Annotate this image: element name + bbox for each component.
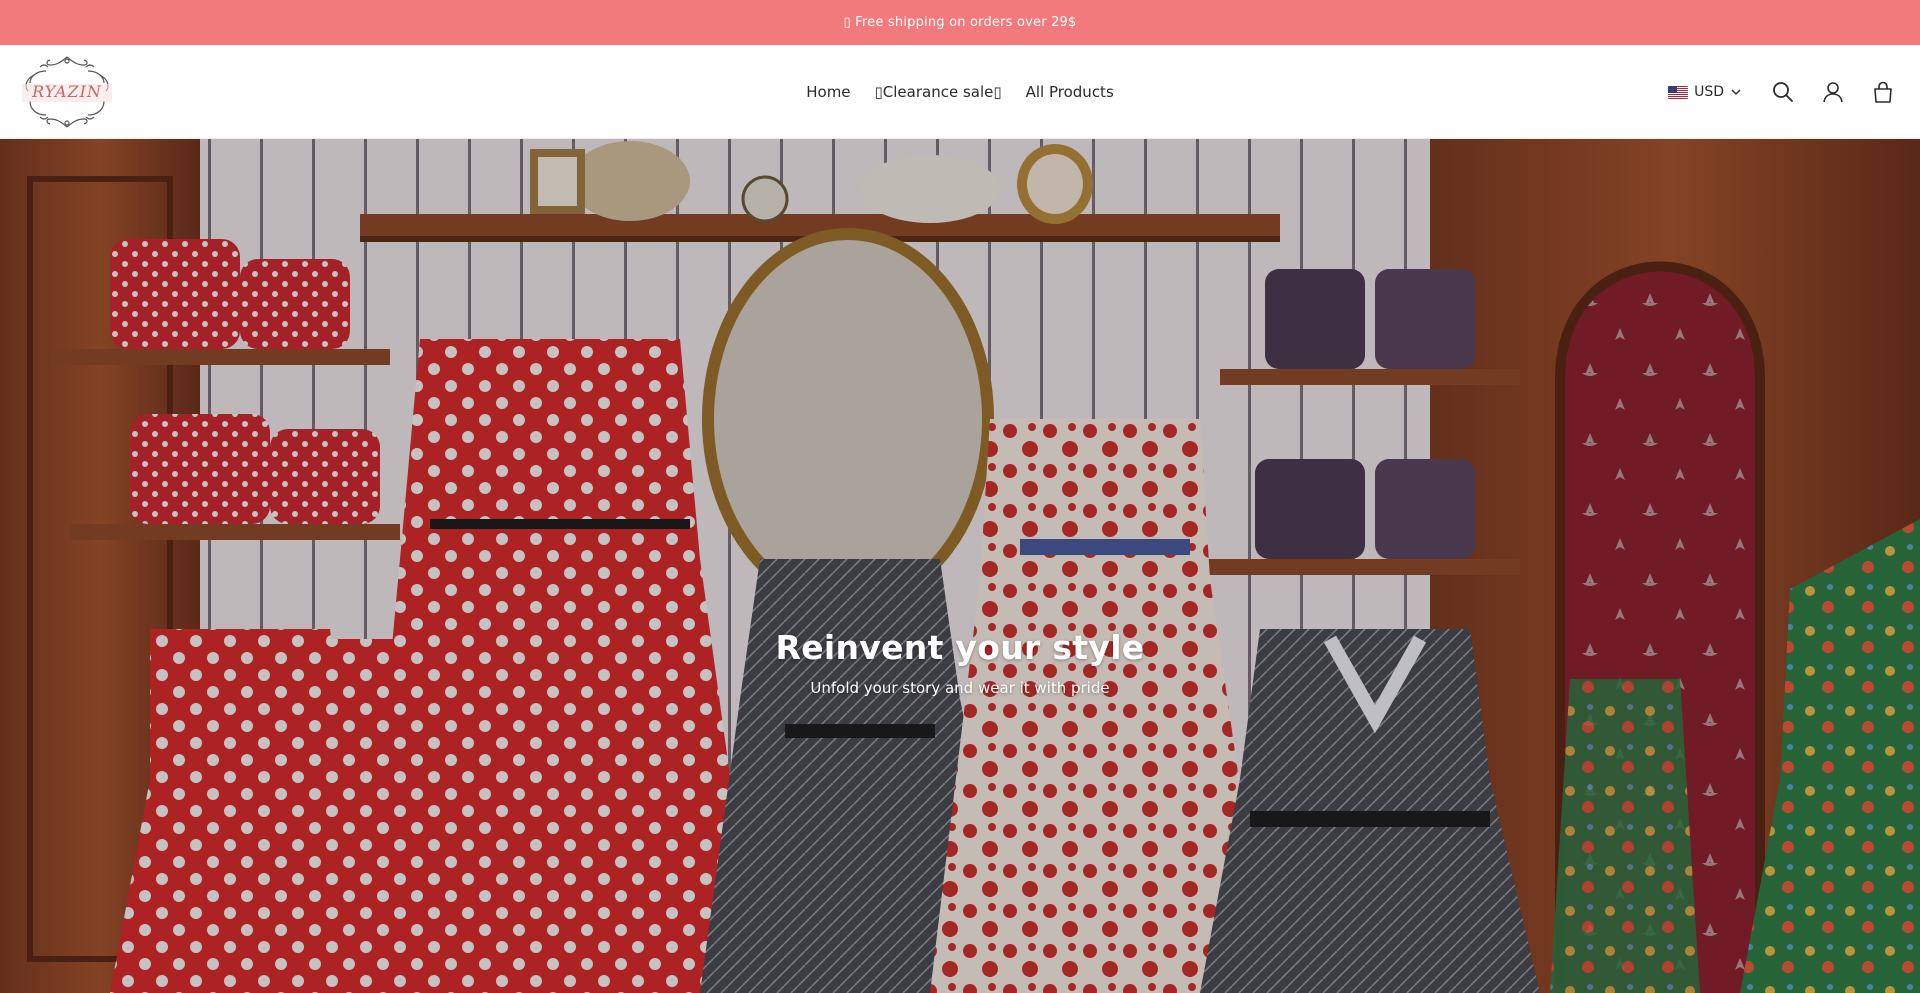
search-button[interactable] — [1770, 79, 1796, 105]
nav-home[interactable]: Home — [806, 77, 850, 107]
chevron-down-icon — [1731, 89, 1741, 95]
store-logo[interactable]: RYAZIN — [16, 53, 118, 131]
search-icon — [1773, 82, 1793, 102]
account-icon — [1823, 82, 1843, 103]
main-nav: Home ▯Clearance sale▯ All Products — [0, 45, 1920, 139]
nav-clearance-sale[interactable]: ▯Clearance sale▯ — [875, 77, 1002, 107]
announcement-text: ▯ Free shipping on orders over 29$ — [843, 15, 1077, 30]
header-actions: USD — [1668, 45, 1896, 139]
currency-selector[interactable]: USD — [1668, 84, 1742, 100]
announcement-bar: ▯ Free shipping on orders over 29$ — [0, 0, 1920, 45]
us-flag-icon — [1668, 85, 1689, 99]
hero-overlay — [0, 139, 1920, 993]
currency-code: USD — [1694, 84, 1724, 100]
logo-text: RYAZIN — [32, 82, 102, 101]
hero-subtitle: Unfold your story and wear it with pride — [810, 679, 1110, 697]
nav-all-products[interactable]: All Products — [1026, 77, 1114, 107]
cart-icon — [1874, 81, 1892, 103]
hero-content: Reinvent your style Unfold your story an… — [0, 628, 1920, 697]
hero-banner: Reinvent your style Unfold your story an… — [0, 139, 1920, 993]
cart-button[interactable] — [1870, 79, 1896, 105]
hero-title: Reinvent your style — [775, 628, 1145, 667]
account-button[interactable] — [1820, 79, 1846, 105]
site-header: RYAZIN Home ▯Clearance sale▯ All Product… — [0, 45, 1920, 139]
